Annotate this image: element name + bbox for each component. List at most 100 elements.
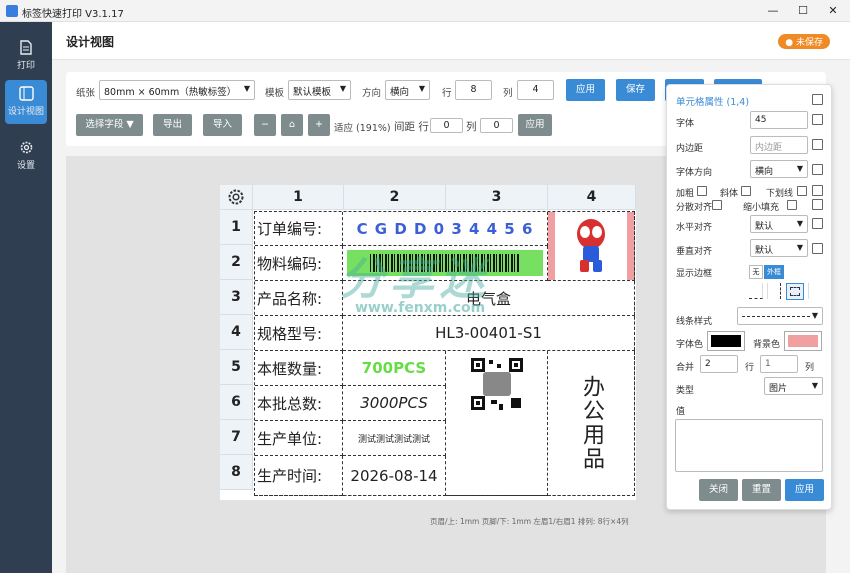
sidebar-item-design[interactable]: 设计视图 [5,80,47,124]
font-direction-checkbox[interactable] [812,164,823,175]
row-header[interactable]: 8 [220,455,253,490]
shrink-checkbox[interactable] [787,200,797,210]
type-select[interactable]: 图片 ▼ [764,377,823,395]
props-title-checkbox[interactable] [812,94,823,105]
padding-input[interactable]: 内边距 [750,136,808,154]
border-none-button[interactable]: 无 [749,265,763,279]
line-style-select[interactable]: ▼ [737,307,823,325]
maximize-button[interactable]: ☐ [792,2,814,20]
halign-label: 水平对齐 [676,223,713,233]
template-label: 模板 [265,88,285,99]
italic-checkbox[interactable] [741,186,751,196]
label-cell[interactable]: 规格型号: [255,316,343,351]
spacing-col-input[interactable]: 0 [480,118,513,133]
halign-select[interactable]: 默认 ▼ [750,215,808,233]
label-cell[interactable]: 产品名称: [255,281,343,316]
paper-select[interactable]: 80mm × 60mm（热敏标签） ▼ [99,80,255,100]
sidebar-item-label: 设计视图 [7,107,44,117]
paper-label: 纸张 [76,88,96,99]
spec-cell[interactable]: HL3-00401-S1 [343,316,635,351]
value-label: 值 [676,407,686,417]
sidebar-item-print[interactable]: 打印 [5,34,47,78]
col-header[interactable]: 1 [253,185,344,210]
border-outer-button[interactable]: 外框 [764,265,784,279]
spacing-apply-button[interactable]: 应用 [518,114,552,136]
rows-input[interactable]: 8 [455,80,492,100]
row-header[interactable]: 1 [220,210,253,245]
label-cell[interactable]: 本批总数: [255,386,343,421]
unit-cell[interactable]: 测试测试测试测试 [343,421,446,456]
label-cell[interactable]: 生产时间: [255,456,343,496]
gear-icon [228,189,244,205]
apply-props-button[interactable]: 应用 [785,479,824,501]
distribute-checkbox[interactable] [712,200,722,210]
border-all-option[interactable] [786,283,804,300]
close-button[interactable]: ✕ [822,2,844,20]
label-cell[interactable]: 生产单位: [255,421,343,456]
halign-checkbox[interactable] [812,218,823,229]
label-cell[interactable]: 订单编号: [255,212,343,246]
row-header[interactable]: 5 [220,350,253,385]
qty-cell[interactable]: 700PCS [343,351,446,386]
border-right-option[interactable] [767,283,781,299]
padding-checkbox[interactable] [812,139,823,150]
font-input[interactable]: 45 [750,111,808,129]
row-header[interactable]: 3 [220,280,253,315]
font-color-picker[interactable] [707,331,745,351]
zoom-in-button[interactable]: + [308,114,330,136]
row-header[interactable]: 4 [220,315,253,350]
row-header[interactable]: 6 [220,385,253,420]
zoom-home-button[interactable]: ⌂ [281,114,303,136]
chevron-down-icon: ▼ [243,84,250,93]
row-header[interactable]: 2 [220,245,253,280]
style-checkbox[interactable] [812,185,823,196]
col-header[interactable]: 2 [344,185,446,210]
label-cell[interactable]: 本框数量: [255,351,343,386]
template-select[interactable]: 默认模板 ▼ [288,80,351,100]
apply-button[interactable]: 应用 [566,79,605,101]
chevron-down-icon: ▼ [339,84,346,93]
cols-input[interactable]: 4 [517,80,554,100]
bg-color-picker[interactable] [784,331,822,351]
font-checkbox[interactable] [812,114,823,125]
border-bottom-option[interactable] [749,283,763,299]
qr-cell[interactable] [446,351,548,496]
underline-checkbox[interactable] [797,186,807,196]
border-label: 显示边框 [676,269,713,279]
close-panel-button[interactable]: 关闭 [699,479,738,501]
order-number-cell[interactable]: C G D D 0 3 4 4 5 6 [343,212,548,246]
direction-select[interactable]: 横向 ▼ [385,80,430,100]
grid-corner[interactable] [220,185,253,210]
import-button[interactable]: 导入 [203,114,242,136]
save-button[interactable]: 保存 [616,79,655,101]
zoom-out-button[interactable]: − [254,114,276,136]
export-button[interactable]: 导出 [153,114,192,136]
chevron-down-icon: ▼ [418,84,425,93]
spacing-row-input[interactable]: 0 [430,118,463,133]
reset-button[interactable]: 重置 [742,479,781,501]
bg-color-label: 背景色 [753,340,781,350]
row-header[interactable]: 7 [220,420,253,455]
align-style-checkbox[interactable] [812,199,823,210]
date-cell[interactable]: 2026-08-14 [343,456,446,496]
image-cell[interactable] [548,212,635,281]
col-header[interactable]: 3 [446,185,548,210]
label-cell[interactable]: 物料编码: [255,246,343,281]
col-header[interactable]: 4 [548,185,636,210]
distribute-label: 分散对齐 [676,203,713,213]
select-field-button[interactable]: 选择字段 ▼ [76,114,143,136]
valign-select[interactable]: 默认 ▼ [750,239,808,257]
bold-checkbox[interactable] [697,186,707,196]
minimize-button[interactable]: — [762,2,784,20]
font-direction-select[interactable]: 横向 ▼ [750,160,808,178]
chevron-down-icon: ▼ [796,243,803,252]
merge-cols-input[interactable]: 1 [760,355,798,373]
value-textarea[interactable] [675,419,823,472]
total-cell[interactable]: 3000PCS [343,386,446,421]
valign-checkbox[interactable] [812,243,823,254]
sidebar-item-settings[interactable]: 设置 [5,134,47,178]
office-cell[interactable]: 办公用品 [548,351,635,496]
merge-rows-input[interactable]: 2 [700,355,738,373]
border-left-option[interactable] [808,283,822,299]
zoom-fit-label: 适应 (191%) [334,123,391,134]
